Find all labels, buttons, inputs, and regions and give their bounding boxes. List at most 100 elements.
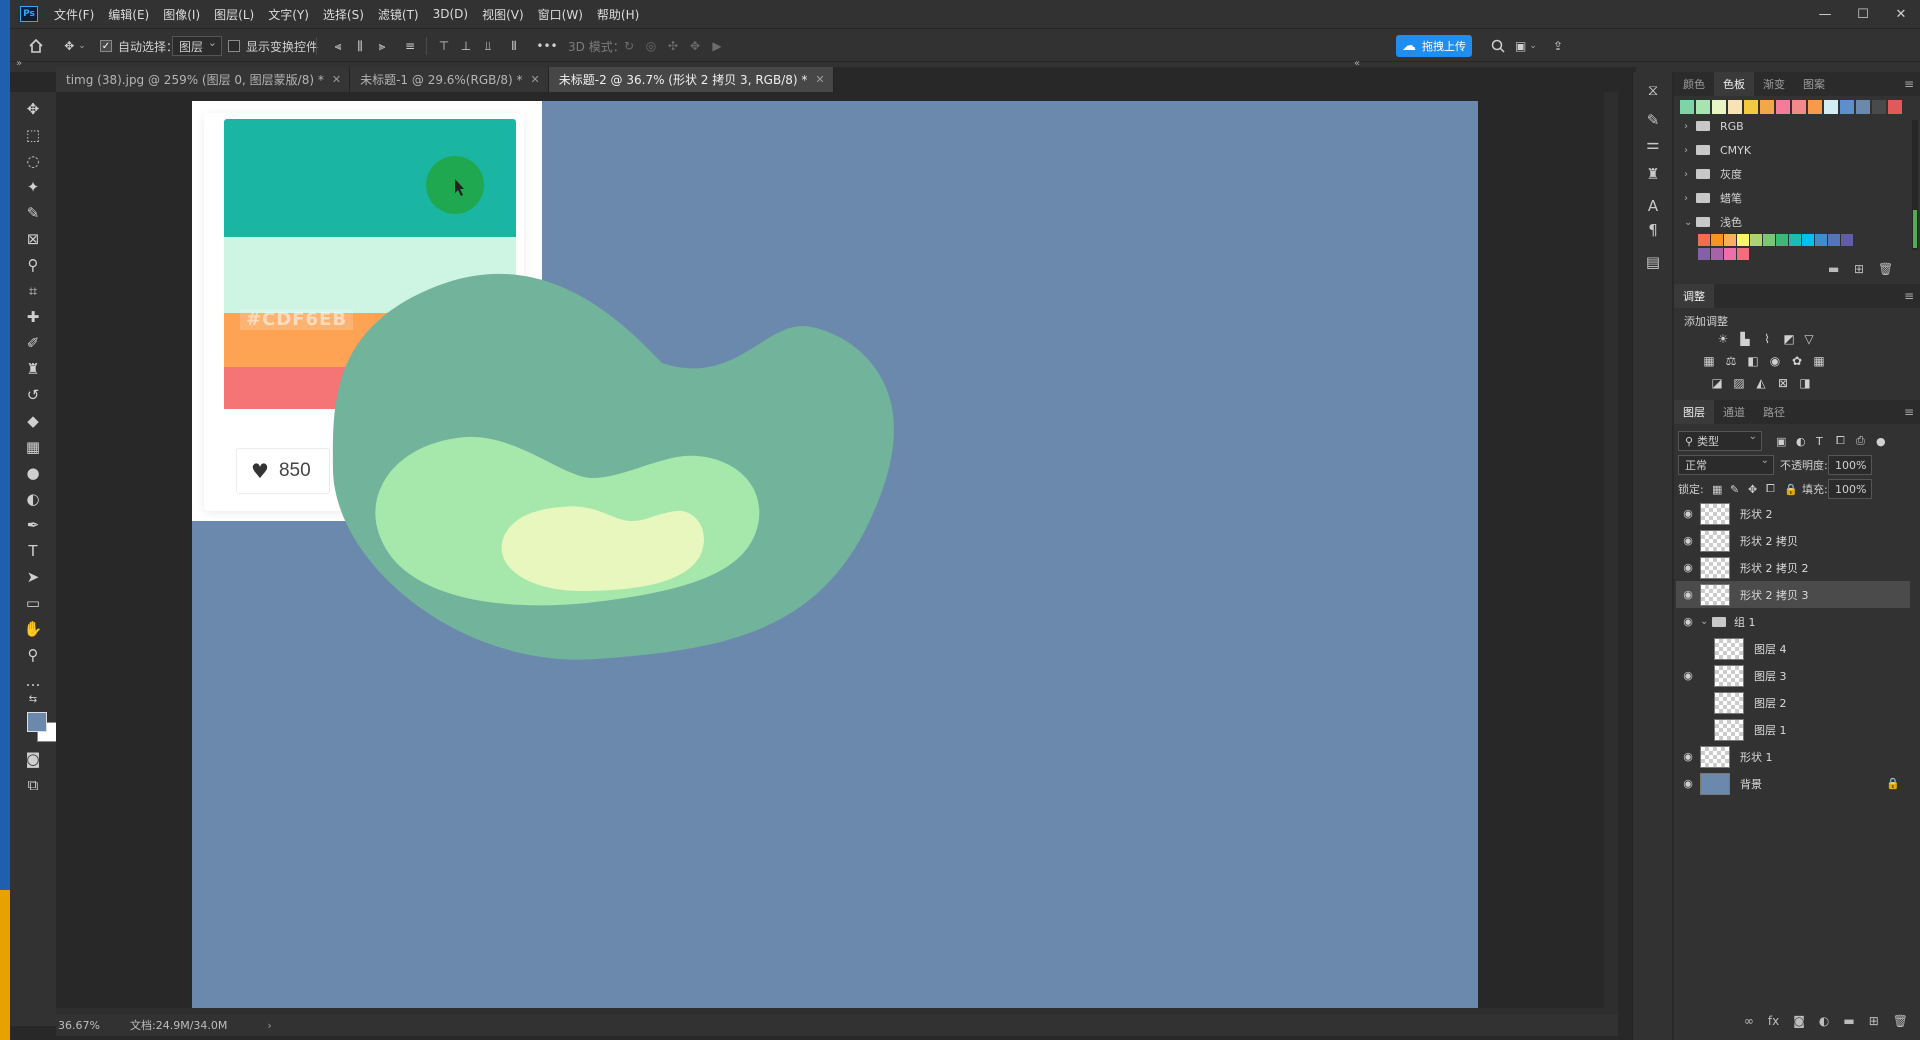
light-swatch[interactable] (1789, 234, 1801, 246)
status-expand-icon[interactable]: › (267, 1019, 271, 1032)
tab-untitled-2[interactable]: 未标题-2 @ 36.7% (形状 2 拷贝 3, RGB/8) * ✕ (548, 67, 834, 92)
eye-icon[interactable]: ◉ (1676, 507, 1700, 520)
light-swatch[interactable] (1776, 234, 1788, 246)
channel-mixer-icon[interactable]: ✿ (1788, 352, 1806, 370)
character-panel-icon[interactable]: A (1641, 194, 1665, 218)
filter-smart-icon[interactable]: ⎙ (1856, 430, 1865, 452)
healing-brush-tool-icon[interactable]: ✚ (10, 304, 56, 330)
canvas-area[interactable]: #CDF6EB ♥ 850 3周 (56, 92, 1618, 1020)
history-brush-tool-icon[interactable]: ↺ (10, 382, 56, 408)
fx-icon[interactable]: fx (1768, 1014, 1779, 1028)
tab-adjustments[interactable]: 调整 (1674, 284, 1714, 308)
layer-row[interactable]: ◉ 形状 2 拷贝 3 (1676, 581, 1910, 608)
align-right-icon[interactable]: ⫸ (372, 29, 392, 63)
link-layers-icon[interactable]: ∞ (1744, 1014, 1754, 1028)
swatch-folder-rgb[interactable]: › RGB (1684, 116, 1744, 136)
clone-stamp-tool-icon[interactable]: ♜ (10, 356, 56, 382)
color-lookup-icon[interactable]: ▦ (1810, 352, 1828, 370)
lock-transparent-icon[interactable]: ▦ (1712, 478, 1722, 500)
blur-tool-icon[interactable]: ● (10, 460, 56, 486)
hand-tool-icon[interactable]: ✋ (10, 616, 56, 642)
brush-tool-icon[interactable]: ✐ (10, 330, 56, 356)
quick-mask-icon[interactable]: ◙ (10, 746, 56, 772)
more-options-icon[interactable]: ••• (536, 29, 558, 63)
swap-colors-icon[interactable]: ⇆ (10, 692, 56, 706)
vertical-scrollbar[interactable] (1604, 92, 1618, 1020)
path-selection-tool-icon[interactable]: ➤ (10, 564, 56, 590)
recent-swatch[interactable] (1888, 100, 1902, 114)
posterize-icon[interactable]: ▨ (1730, 374, 1748, 392)
light-swatch[interactable] (1750, 234, 1762, 246)
lock-artboard-icon[interactable]: ⧠ (1766, 478, 1775, 500)
search-icon[interactable] (1488, 29, 1508, 63)
zoom-level[interactable]: 36.67% (58, 1019, 130, 1032)
menu-filter[interactable]: 滤镜(T) (378, 6, 419, 23)
tab-swatches[interactable]: 色板 (1714, 72, 1754, 96)
recent-swatch[interactable] (1744, 100, 1758, 114)
recent-swatch[interactable] (1840, 100, 1854, 114)
layer-filter-select[interactable]: ⚲ 类型 (1678, 431, 1762, 451)
menu-layer[interactable]: 图层(L) (214, 6, 254, 23)
black-white-icon[interactable]: ◧ (1744, 352, 1762, 370)
light-swatch[interactable] (1763, 234, 1775, 246)
layer-row[interactable]: ◉ 图层 3 (1676, 662, 1910, 689)
minimize-icon[interactable]: — (1806, 0, 1844, 28)
brush-pen-tool-icon[interactable]: ✎ (10, 200, 56, 226)
layer-row[interactable]: 图层 1 (1676, 716, 1910, 743)
history-panel-icon[interactable]: ⧖ (1641, 78, 1665, 102)
filter-toggle-icon[interactable]: ● (1876, 430, 1886, 452)
tab-channels[interactable]: 通道 (1714, 400, 1754, 424)
opacity-input[interactable]: 100% (1828, 455, 1872, 475)
panel-menu-icon[interactable]: ≡ (1904, 77, 1914, 91)
auto-select-dropdown[interactable]: 图层 (172, 36, 223, 56)
new-group-icon[interactable]: ▬ (1843, 1014, 1854, 1028)
tab-layers[interactable]: 图层 (1674, 400, 1714, 424)
crop-tool-icon[interactable]: ⌗ (10, 278, 56, 304)
light-swatch[interactable] (1724, 234, 1736, 246)
chevron-down-icon[interactable]: ⌄ (1700, 616, 1712, 627)
eye-icon[interactable]: ◉ (1676, 615, 1700, 628)
layer-row[interactable]: ◉ 形状 2 (1676, 500, 1910, 527)
light-swatch[interactable] (1828, 234, 1840, 246)
layer-row[interactable]: ◉ 形状 1 (1676, 743, 1910, 770)
pen-tool-icon[interactable]: ✒ (10, 512, 56, 538)
layer-row[interactable]: ◉ 形状 2 拷贝 (1676, 527, 1910, 554)
magic-wand-tool-icon[interactable]: ✦ (10, 174, 56, 200)
recent-swatch[interactable] (1872, 100, 1886, 114)
tab-untitled-1[interactable]: 未标题-1 @ 29.6%(RGB/8) * ✕ (350, 67, 549, 92)
auto-select-checkbox[interactable]: ✓ (100, 40, 112, 52)
screen-mode-icon[interactable]: ⧉ (10, 772, 56, 798)
delete-layer-icon[interactable]: 🗑 (1893, 1014, 1908, 1028)
exposure-icon[interactable]: ◩ (1780, 330, 1798, 348)
recent-swatch[interactable] (1696, 100, 1710, 114)
gradient-tool-icon[interactable]: ▦ (10, 434, 56, 460)
light-swatch[interactable] (1698, 248, 1710, 260)
adjust-sliders-icon[interactable]: ⚌ (1641, 132, 1665, 156)
layer-row[interactable]: 图层 2 (1676, 689, 1910, 716)
menu-type[interactable]: 文字(Y) (268, 6, 309, 23)
recent-swatch[interactable] (1680, 100, 1694, 114)
tab-patterns[interactable]: 图案 (1794, 72, 1834, 96)
swatch-folder-cmyk[interactable]: › CMYK (1684, 140, 1751, 160)
menu-file[interactable]: 文件(F) (54, 6, 94, 23)
menu-window[interactable]: 窗口(W) (538, 6, 583, 23)
zoom-tool-icon[interactable]: ⚲ (10, 642, 56, 668)
menu-edit[interactable]: 编辑(E) (108, 6, 149, 23)
new-swatch-icon[interactable]: ⊞ (1854, 262, 1864, 276)
recent-swatch[interactable] (1728, 100, 1742, 114)
move-tool-icon[interactable]: ✥ ⌄ (60, 29, 90, 63)
layer-row[interactable]: ◉ 形状 2 拷贝 2 (1676, 554, 1910, 581)
more-tools-icon[interactable]: … (10, 668, 56, 694)
delete-swatch-icon[interactable]: 🗑 (1878, 262, 1893, 276)
filter-pixel-icon[interactable]: ▣ (1776, 430, 1786, 452)
filter-type-icon[interactable]: T (1816, 430, 1823, 452)
new-adjustment-icon[interactable]: ◐ (1819, 1014, 1829, 1028)
lock-all-icon[interactable]: 🔒 (1784, 478, 1798, 500)
panel-menu-icon[interactable]: ≡ (1904, 405, 1914, 419)
align-middle-v-icon[interactable]: ⊥ (456, 29, 476, 63)
invert-icon[interactable]: ◪ (1708, 374, 1726, 392)
menu-image[interactable]: 图像(I) (163, 6, 200, 23)
light-swatch[interactable] (1711, 234, 1723, 246)
maximize-icon[interactable]: ☐ (1844, 0, 1882, 28)
align-top-icon[interactable]: ⊤ (434, 29, 454, 63)
